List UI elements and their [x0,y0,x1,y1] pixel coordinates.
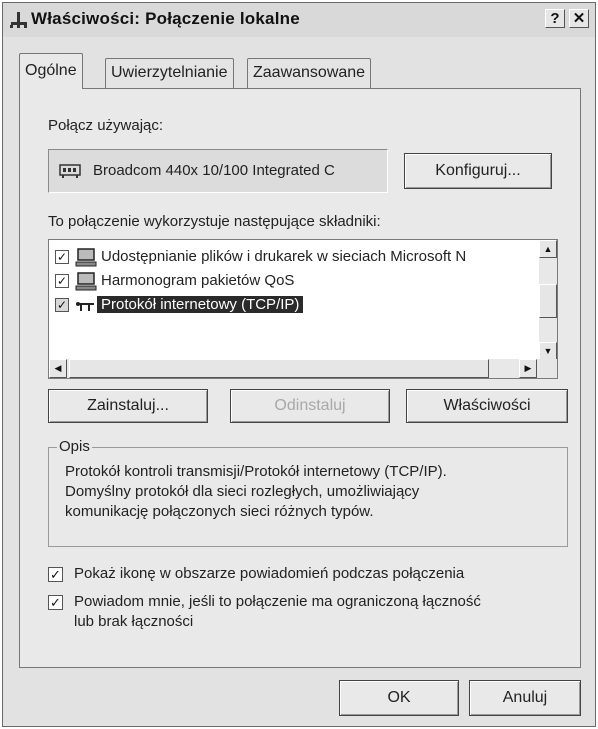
list-item[interactable]: ✓ Harmonogram pakietów QoS [55,270,535,294]
component-label: Udostępnianie plików i drukarek w siecia… [101,248,467,265]
description-line: komunikację połączonych sieci różnych ty… [65,503,374,520]
network-computer-icon [75,248,97,267]
help-button[interactable]: ? [545,9,565,28]
ok-button[interactable]: OK [339,680,459,716]
scroll-right-button[interactable]: ▶ [519,359,537,378]
show-icon-label: Pokaż ikonę w obszarze powiadomień podcz… [74,565,465,582]
horizontal-scroll-thumb[interactable] [69,359,489,378]
vertical-scrollbar[interactable]: ▲ ▼ [539,240,557,360]
list-item-selected[interactable]: ✓ Protokół internetowy (TCP/IP) [55,294,535,318]
components-list[interactable]: ✓ Udostępnianie plików i drukarek w siec… [48,239,558,379]
adapter-field: Broadcom 440x 10/100 Integrated C [48,149,388,193]
network-card-icon [59,164,81,178]
description-group: Opis Protokół kontroli transmisji/Protok… [48,438,568,547]
general-tab-panel: Połącz używając: Broadcom 440x 10/100 In… [19,88,581,668]
scroll-corner [539,359,557,378]
protocol-icon [76,302,94,311]
cancel-button[interactable]: Anuluj [469,680,581,716]
component-label: Protokół internetowy (TCP/IP) [97,296,304,313]
scroll-thumb[interactable] [539,284,557,318]
uninstall-button[interactable]: Odinstaluj [230,389,390,423]
properties-button[interactable]: Właściwości [406,389,568,423]
horizontal-scrollbar[interactable]: ◀ ▶ [49,359,557,378]
window-title: Właściwości: Połączenie lokalne [31,9,300,28]
tab-authentication[interactable]: Uwierzytelnianie [105,58,234,88]
tab-general[interactable]: Ogólne [19,53,83,89]
scroll-left-button[interactable]: ◀ [49,359,67,378]
scroll-up-button[interactable]: ▲ [539,240,557,258]
component-checkbox[interactable]: ✓ [55,274,69,288]
close-button[interactable]: ✕ [569,9,589,28]
description-title: Opis [57,438,92,455]
notify-checkbox[interactable]: ✓ [48,595,63,610]
description-line: Domyślny protokół dla sieci rozległych, … [65,483,420,500]
adapter-name: Broadcom 440x 10/100 Integrated C [93,162,335,179]
properties-dialog: Właściwości: Połączenie lokalne ? ✕ Ogól… [2,2,596,727]
component-checkbox[interactable]: ✓ [55,298,69,312]
component-label: Harmonogram pakietów QoS [101,272,295,289]
configure-button[interactable]: Konfiguruj... [404,153,552,189]
network-connection-icon [10,12,27,28]
list-item[interactable]: ✓ Udostępnianie plików i drukarek w siec… [55,246,535,270]
install-button[interactable]: Zainstaluj... [48,389,208,423]
connect-using-label: Połącz używając: [48,117,164,134]
title-bar[interactable]: Właściwości: Połączenie lokalne ? ✕ [3,3,595,37]
description-text: Protokół kontroli transmisji/Protokół in… [65,462,565,522]
show-icon-checkbox[interactable]: ✓ [48,567,63,582]
component-checkbox[interactable]: ✓ [55,250,69,264]
notify-label-line2: lub brak łączności [74,613,194,630]
notify-label-line1: Powiadom mnie, jeśli to połączenie ma og… [74,593,481,610]
description-line: Protokół kontroli transmisji/Protokół in… [65,463,447,480]
components-label: To połączenie wykorzystuje następujące s… [48,213,381,230]
network-computer-icon [75,272,97,291]
tab-advanced[interactable]: Zaawansowane [247,58,372,88]
scroll-down-button[interactable]: ▼ [539,342,557,360]
